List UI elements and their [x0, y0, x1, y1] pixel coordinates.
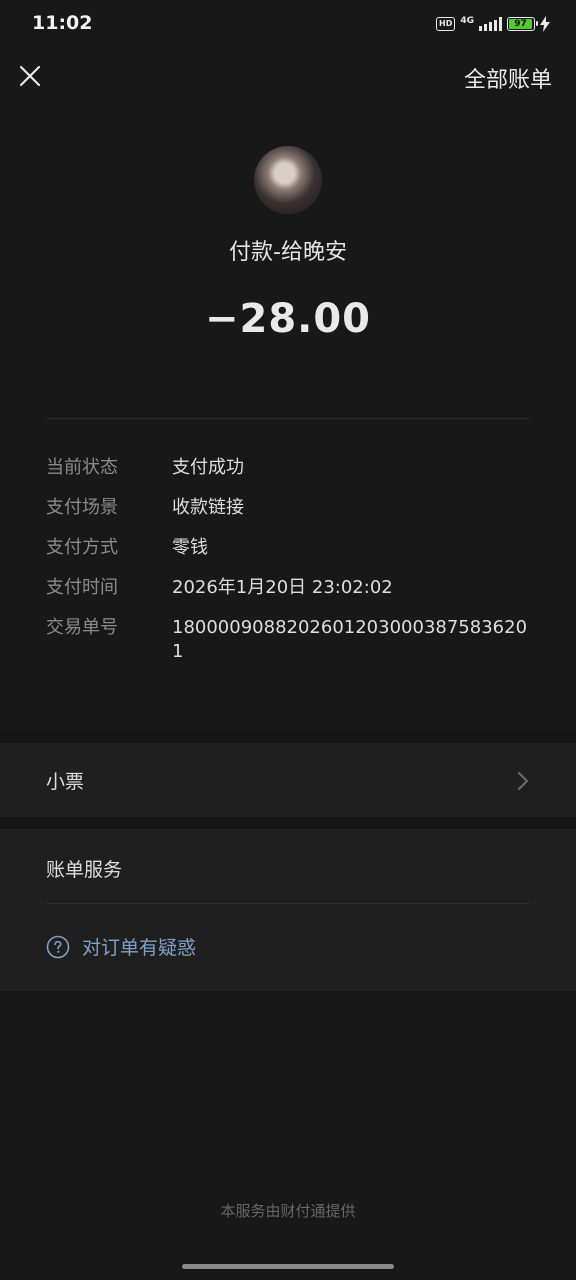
payee-avatar — [254, 146, 322, 214]
bill-services-title: 账单服务 — [46, 859, 123, 881]
divider — [46, 418, 530, 419]
charging-bolt-icon — [540, 16, 550, 32]
status-icons: HD 4G 97 — [436, 15, 550, 33]
order-doubt-label: 对订单有疑惑 — [82, 937, 197, 959]
all-bills-link[interactable]: 全部账单 — [464, 62, 552, 94]
detail-value[interactable]: 1800009088202601203000387583620 1 — [172, 616, 532, 664]
detail-row-time: 支付时间 2026年1月20日 23:02:02 — [46, 576, 536, 600]
section-separator — [0, 817, 576, 829]
detail-value: 零钱 — [172, 537, 208, 558]
detail-value: 支付成功 — [172, 457, 244, 478]
battery-icon: 97 — [507, 17, 538, 31]
detail-label: 支付场景 — [46, 497, 118, 518]
section-separator — [0, 731, 576, 743]
payee-title: 付款-给晚安 — [229, 240, 347, 265]
detail-row-status: 当前状态 支付成功 — [46, 456, 536, 480]
detail-value: 收款链接 — [172, 497, 244, 518]
payment-amount: −28.00 — [204, 296, 372, 342]
hd-icon: HD — [436, 17, 456, 31]
order-doubt-link[interactable]: 对订单有疑惑 — [46, 933, 196, 960]
clock: 11:02 — [32, 12, 93, 34]
divider — [46, 903, 530, 904]
battery-level: 97 — [509, 19, 532, 29]
detail-value: 2026年1月20日 23:02:02 — [172, 577, 393, 598]
receipt-row[interactable]: 小票 — [0, 743, 576, 817]
footer-provider-text: 本服务由财付通提供 — [220, 1202, 356, 1220]
status-bar: 11:02 HD 4G 97 — [0, 0, 576, 48]
detail-row-scene: 支付场景 收款链接 — [46, 496, 536, 520]
bill-services-section: 账单服务 对订单有疑惑 — [0, 829, 576, 991]
close-button[interactable] — [14, 60, 46, 92]
signal-icon — [479, 17, 502, 31]
detail-label: 支付方式 — [46, 537, 118, 558]
detail-row-order-id: 交易单号 1800009088202601203000387583620 1 — [46, 616, 536, 664]
detail-label: 当前状态 — [46, 457, 118, 478]
detail-label: 交易单号 — [46, 617, 118, 638]
receipt-label: 小票 — [46, 771, 85, 793]
transaction-details: 当前状态 支付成功 支付场景 收款链接 支付方式 零钱 支付时间 2026年1月… — [46, 456, 536, 680]
detail-row-method: 支付方式 零钱 — [46, 536, 536, 560]
question-circle-icon — [46, 935, 70, 958]
home-indicator[interactable] — [182, 1264, 394, 1269]
network-type: 4G — [460, 16, 474, 26]
detail-label: 支付时间 — [46, 577, 118, 598]
chevron-right-icon — [518, 772, 528, 790]
close-icon — [19, 65, 41, 87]
